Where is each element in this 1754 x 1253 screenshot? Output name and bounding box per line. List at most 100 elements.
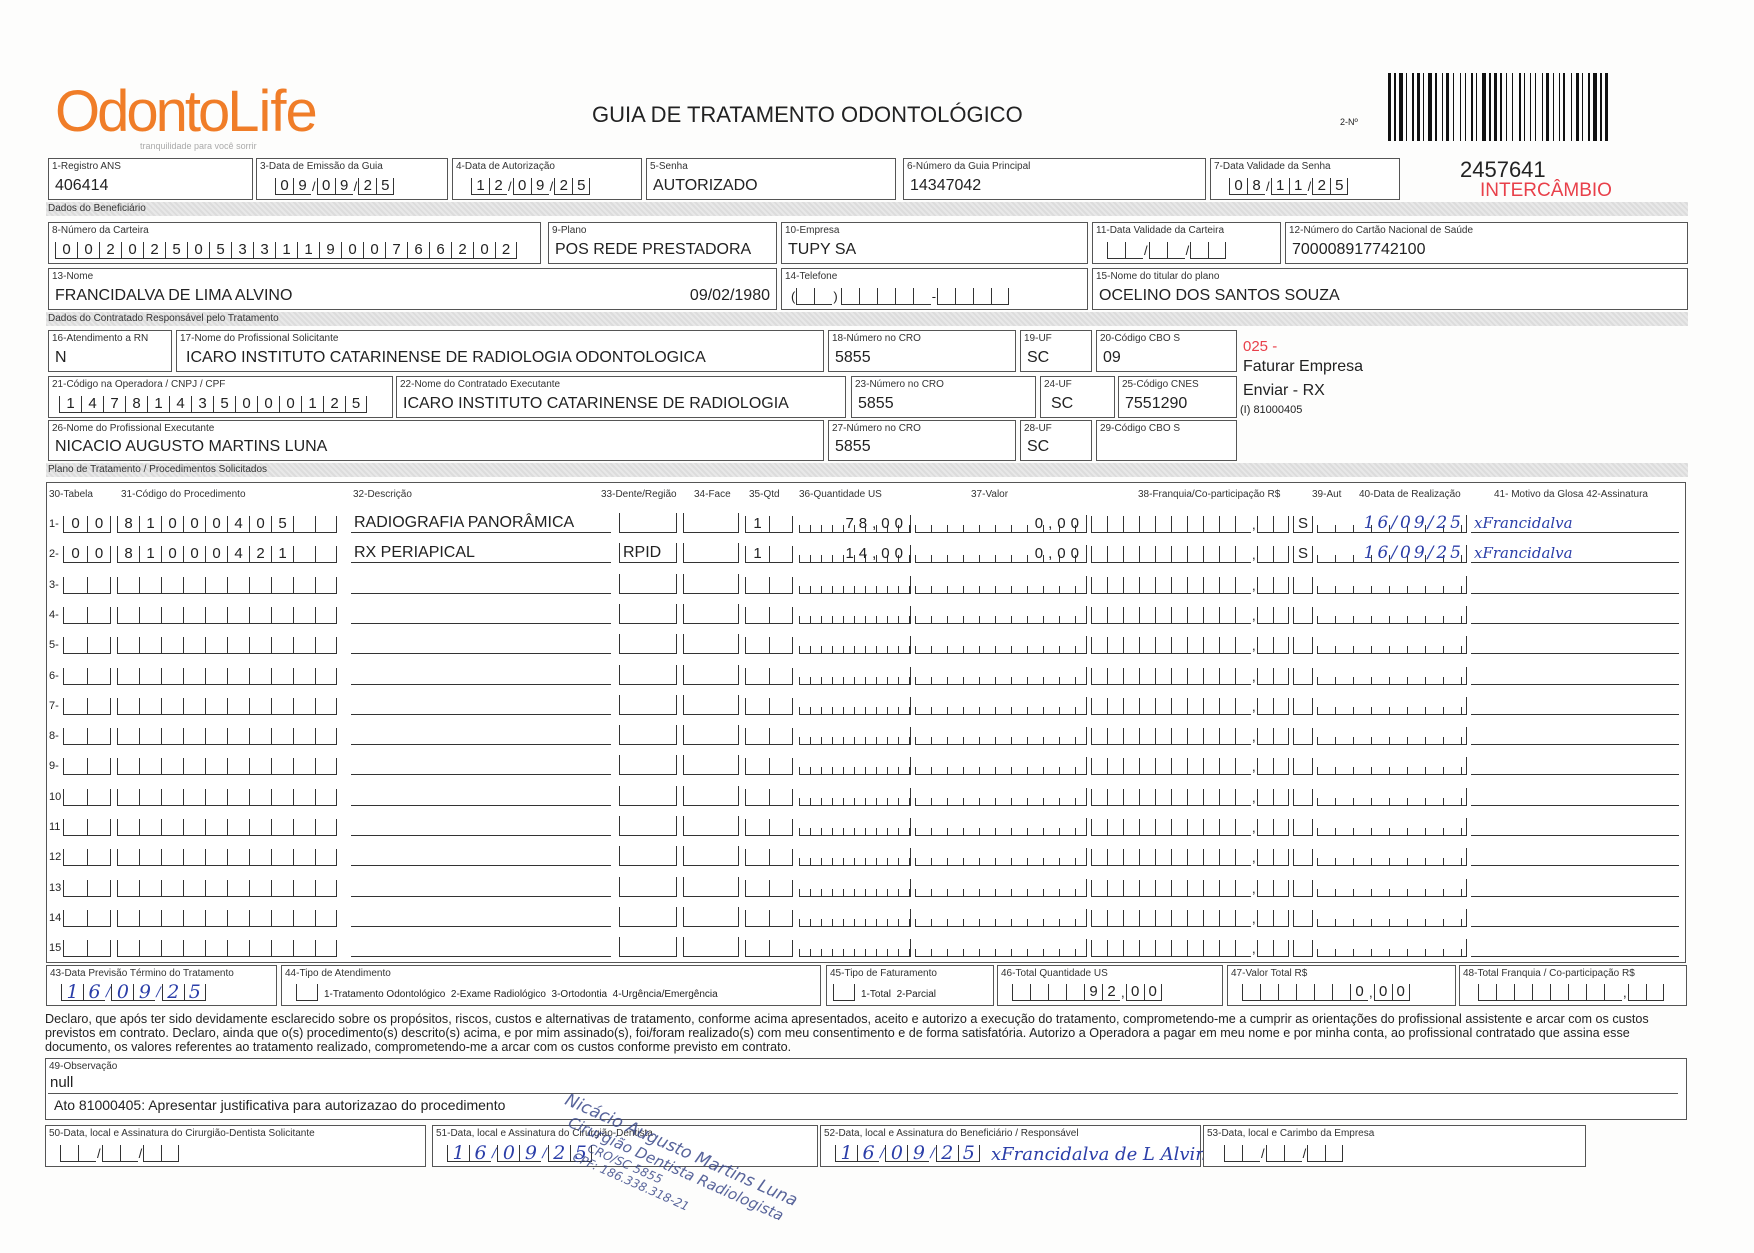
field-cbo-29[interactable]: 29-Código CBO S [1096,420,1237,461]
cell-aut[interactable]: S [1293,516,1313,533]
cell-data[interactable] [1317,818,1467,836]
cell-descricao[interactable] [351,816,611,836]
cell-dente[interactable] [619,876,677,897]
field-cro-23[interactable]: 23-Número no CRO 5855 [851,376,1036,418]
cell-codigo[interactable] [117,940,337,958]
field-carteira[interactable]: 8-Número da Carteira 0 0 2 0 2 5 0 5 3 3 1 1 9 0 0 7 6 6 2 0… [48,222,541,264]
cell-qtd[interactable] [745,728,793,746]
cell-qtd_us[interactable]: 78,00 [799,515,911,533]
cell-dente[interactable] [619,906,677,927]
cell-tabela[interactable] [63,788,111,806]
cell-valor[interactable] [915,605,1087,624]
cell-data[interactable] [1317,666,1467,685]
cell-aut[interactable] [1293,879,1313,897]
signature-box-50[interactable]: 50-Data, local e Assinatura do Cirurgião… [45,1125,426,1167]
cell-dente[interactable] [619,846,677,867]
cell-face[interactable] [683,634,739,655]
cell-descricao[interactable] [351,907,611,927]
cell-qtd[interactable] [745,879,793,897]
cell-codigo[interactable] [117,728,337,746]
cell-dente[interactable] [619,573,677,594]
cell-qtd_us[interactable] [799,878,911,897]
cell-qtd_us[interactable] [799,727,911,746]
cell-data[interactable]: 16/09/25 [1317,515,1467,533]
cell-franquia[interactable]: , [1091,667,1289,685]
cell-data[interactable] [1317,605,1467,624]
cell-dente[interactable] [619,664,677,685]
cell-face[interactable] [683,573,739,594]
cell-aut[interactable] [1293,819,1313,836]
cell-aut[interactable] [1293,637,1313,655]
cell-assinatura[interactable] [1471,665,1679,685]
field-codigo-operadora[interactable]: 21-Código na Operadora / CNPJ / CPF 1 4 7 8 1… [48,376,393,418]
cell-face[interactable] [683,937,739,958]
cell-face[interactable] [683,543,739,564]
cell-tabela[interactable] [63,819,111,836]
cell-tabela[interactable] [63,728,111,746]
field-cns[interactable]: 12-Número do Cartão Nacional de Saúde 700… [1285,222,1688,264]
cell-aut[interactable] [1293,576,1313,594]
cell-assinatura[interactable] [1471,725,1679,746]
cell-qtd_us[interactable] [799,787,911,806]
cell-aut[interactable] [1293,667,1313,685]
cell-dente[interactable] [619,603,677,624]
field-telefone[interactable]: 14-Telefone () - [781,268,1088,310]
cell-qtd_us[interactable] [799,939,911,958]
cell-qtd_us[interactable] [799,666,911,685]
cell-assinatura[interactable] [1471,846,1679,867]
cell-descricao[interactable] [351,877,611,897]
cell-descricao[interactable] [351,846,611,867]
cell-aut[interactable] [1293,909,1313,927]
cell-franquia[interactable]: , [1091,940,1289,958]
cell-codigo[interactable] [117,879,337,897]
cell-aut[interactable] [1293,728,1313,746]
field-tipo-faturamento[interactable]: 45-Tipo de Faturamento 1-Total 2-Parcial [826,965,994,1006]
cell-tabela[interactable] [63,606,111,624]
cell-descricao[interactable] [351,574,611,594]
cell-dente[interactable] [619,816,677,836]
cell-valor[interactable] [915,878,1087,897]
cell-valor[interactable] [915,848,1087,867]
cell-dente[interactable] [619,513,677,533]
field-previsao[interactable]: 43-Data Previsão Término do Tratamento 1 6… [46,965,277,1006]
cell-assinatura[interactable] [1471,937,1679,958]
field-titular[interactable]: 15-Nome do titular do plano OCELINO DOS S… [1092,268,1688,310]
cell-qtd_us[interactable] [799,818,911,836]
cell-assinatura[interactable] [1471,877,1679,897]
cell-dente[interactable] [619,785,677,806]
cell-qtd[interactable] [745,606,793,624]
cell-descricao[interactable]: RX PERIAPICAL [351,543,611,564]
cell-dente[interactable] [619,634,677,655]
cell-assinatura[interactable]: xFrancidalva [1471,543,1679,564]
cell-valor[interactable] [915,818,1087,836]
cell-aut[interactable]: S [1293,546,1313,564]
cell-franquia[interactable]: , [1091,849,1289,867]
cell-aut[interactable] [1293,606,1313,624]
cell-franquia[interactable]: , [1091,909,1289,927]
field-tipo-atendimento[interactable]: 44-Tipo de Atendimento 1-Tratamento Odont… [281,965,821,1006]
field-prof-executante[interactable]: 26-Nome do Profissional Executante NICACI… [48,420,824,461]
cell-franquia[interactable]: , [1091,879,1289,897]
cell-codigo[interactable]: 81000421 [117,546,337,564]
cell-descricao[interactable] [351,725,611,746]
cell-franquia[interactable]: , [1091,788,1289,806]
cell-dente[interactable]: RPID [619,543,677,564]
cell-valor[interactable] [915,757,1087,776]
cell-face[interactable] [683,785,739,806]
cell-codigo[interactable] [117,758,337,776]
cell-valor[interactable] [915,787,1087,806]
cell-codigo[interactable] [117,576,337,594]
field-prof-solicitante[interactable]: 17-Nome do Profissional Solicitante ICARO… [176,330,824,372]
cell-data[interactable] [1317,848,1467,867]
cell-data[interactable] [1317,878,1467,897]
cell-qtd_us[interactable] [799,575,911,594]
cell-valor[interactable] [915,575,1087,594]
cell-codigo[interactable] [117,909,337,927]
cell-valor[interactable] [915,908,1087,927]
field-total-us[interactable]: 46-Total Quantidade US 9 2, 0 0 [997,965,1223,1006]
cell-valor[interactable] [915,696,1087,715]
cell-descricao[interactable] [351,634,611,655]
cell-data[interactable] [1317,727,1467,746]
signature-box-52[interactable]: 52-Data, local e Assinatura do Beneficiá… [820,1125,1218,1167]
cell-valor[interactable] [915,636,1087,655]
